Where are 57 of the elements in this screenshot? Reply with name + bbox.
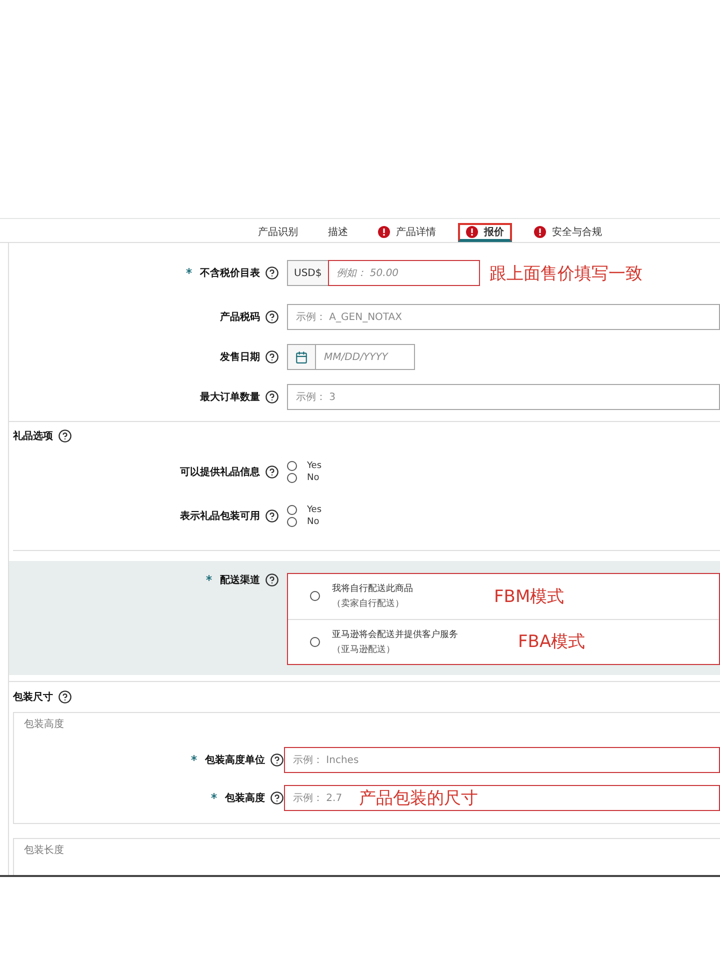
help-icon[interactable] <box>265 350 279 364</box>
tab[interactable]: 安全与合规 <box>526 223 610 242</box>
radio-button[interactable] <box>287 505 297 515</box>
field-label: 表示礼品包装可用 <box>180 510 260 523</box>
radio-button[interactable] <box>287 473 297 483</box>
field-label: 产品税码 <box>220 310 260 324</box>
annotation-text: FBA模式 <box>518 631 586 654</box>
tab[interactable]: 报价 <box>458 223 512 242</box>
help-icon[interactable] <box>265 390 279 404</box>
annotation-text: 产品包装的尺寸 <box>359 788 478 810</box>
radio-button[interactable] <box>287 461 297 471</box>
annotation-text: 跟上面售价填写一致 <box>490 262 643 284</box>
option-note: （亚马逊配送） <box>332 644 396 656</box>
help-icon[interactable] <box>265 266 279 280</box>
field-label: 发售日期 <box>220 350 260 364</box>
help-icon[interactable] <box>58 429 72 443</box>
section-title: 礼品选项 <box>13 430 53 443</box>
group-legend: 包装长度 <box>14 843 720 857</box>
field-label: 可以提供礼品信息 <box>180 466 260 479</box>
radio-button[interactable] <box>287 517 297 527</box>
group-legend: 包装高度 <box>14 717 720 731</box>
section-title: 包装尺寸 <box>13 690 53 704</box>
option-label: 我将自行配送此商品 <box>332 582 414 596</box>
field-label: 配送渠道 <box>220 574 260 587</box>
help-icon[interactable] <box>265 509 279 523</box>
tab[interactable]: 描述 <box>320 223 356 242</box>
help-icon[interactable] <box>265 310 279 324</box>
help-icon[interactable] <box>58 690 72 704</box>
help-icon[interactable] <box>270 753 284 767</box>
price-field[interactable]: 例如： 50.00 <box>328 260 480 286</box>
help-icon[interactable] <box>270 791 284 805</box>
error-icon <box>466 226 478 238</box>
input-field[interactable]: 示例： 3 <box>287 384 720 410</box>
radio-label: Yes <box>307 461 322 471</box>
error-icon <box>534 226 546 238</box>
input-field[interactable]: 示例： A_GEN_NOTAX <box>287 304 720 330</box>
radio-label: No <box>307 517 320 527</box>
help-icon[interactable] <box>265 465 279 479</box>
radio-label: Yes <box>307 505 322 515</box>
radio-button[interactable] <box>310 591 320 602</box>
tab[interactable]: 产品详情 <box>370 223 444 242</box>
tab[interactable]: 产品识别 <box>250 223 306 242</box>
error-icon <box>378 226 390 238</box>
field-label: 包装高度单位 <box>205 753 265 767</box>
help-icon[interactable] <box>265 573 279 587</box>
field-label: 包装高度 <box>225 791 265 805</box>
radio-label: No <box>307 473 320 483</box>
input-field[interactable]: 示例： Inches <box>284 747 720 773</box>
option-label: 亚马逊将会配送并提供客户服务 <box>332 628 459 641</box>
annotation-text: FBM模式 <box>494 586 564 608</box>
radio-button[interactable] <box>310 636 320 647</box>
calendar-icon[interactable] <box>287 344 315 370</box>
option-note: （卖家自行配送） <box>332 598 405 610</box>
field-label: 不含税价目表 <box>200 266 260 280</box>
field-label: 最大订单数量 <box>200 390 260 404</box>
currency-prefix: USD$ <box>287 260 328 286</box>
date-field[interactable]: MM/DD/YYYY <box>315 344 415 370</box>
